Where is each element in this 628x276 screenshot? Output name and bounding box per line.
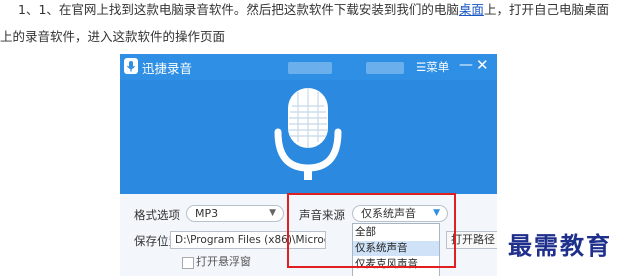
chevron-down-icon: ▼ [269, 208, 276, 218]
blurred-account-block [288, 62, 332, 74]
app-title: 迅捷录音 [142, 61, 193, 76]
app-logo-icon [124, 58, 138, 74]
floating-window-label: 打开悬浮窗 [196, 255, 251, 268]
microphone-icon[interactable] [260, 84, 356, 188]
watermark-text: 最需教育 [508, 231, 612, 260]
article-line-2: 上的录音软件，进入这款软件的操作页面 [0, 29, 226, 44]
article-line-1: 1、1、在官网上找到这款电脑录音软件。然后把这款软件下载安装到我们的电脑桌面上，… [18, 0, 609, 23]
article-line-1-suffix: 上，打开自己电脑桌面 [483, 2, 609, 17]
format-select[interactable]: MP3 ▼ [186, 205, 284, 222]
format-label: 格式选项 [134, 208, 180, 222]
format-value: MP3 [195, 207, 219, 220]
title-bar[interactable]: 迅捷录音 ☰菜单 — ✕ [120, 54, 497, 80]
annotation-highlight-box [287, 193, 456, 268]
article-line-1-text: 1、1、在官网上找到这款电脑录音软件。然后把这款软件下载安装到我们的电脑 [18, 2, 459, 17]
desktop-link[interactable]: 桌面 [459, 2, 484, 17]
close-button[interactable]: ✕ [476, 56, 489, 74]
menu-button[interactable]: ☰菜单 [416, 59, 449, 75]
blurred-account-block-2 [366, 62, 404, 74]
minimize-button[interactable]: — [459, 57, 473, 73]
floating-window-checkbox[interactable] [182, 257, 194, 269]
